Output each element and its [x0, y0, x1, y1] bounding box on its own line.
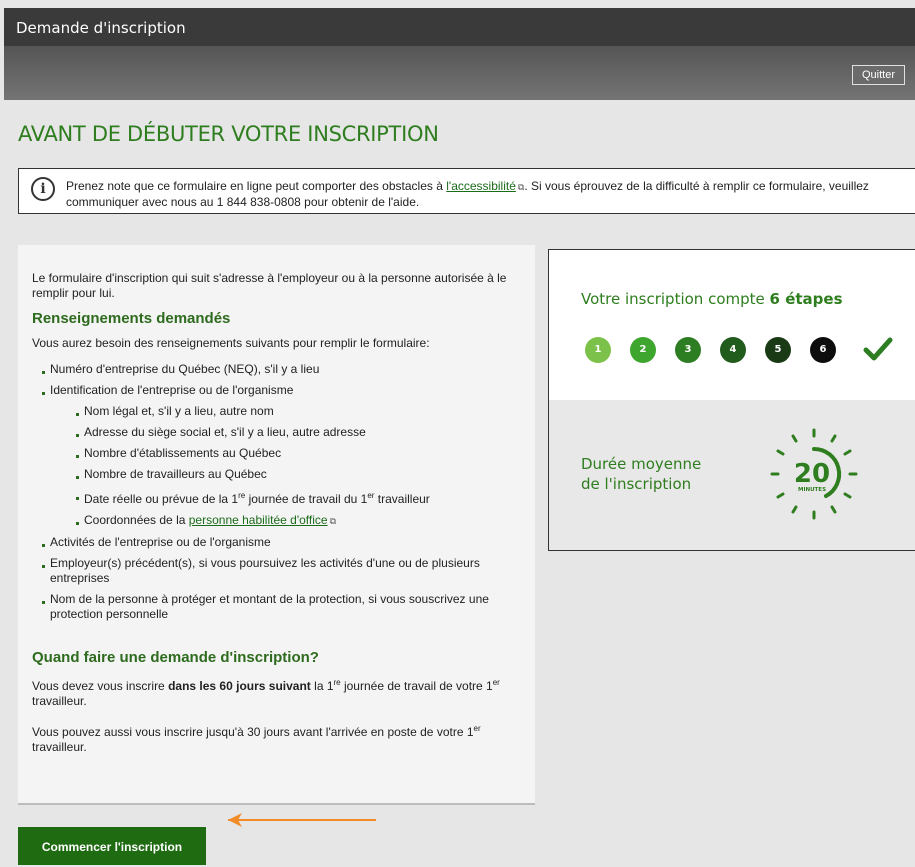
duration-box: Durée moyenne de l'inscription 20 MINUTE…: [549, 400, 915, 550]
page-title: AVANT DE DÉBUTER VOTRE INSCRIPTION: [18, 122, 439, 146]
timer-unit: MINUTES: [798, 487, 826, 493]
list-item: Date réelle ou prévue de la 1re journée …: [66, 488, 523, 507]
step-6: 6: [810, 337, 836, 363]
list-item: Employeur(s) précédent(s), si vous pours…: [32, 556, 523, 586]
when-paragraph-2: Vous pouvez aussi vous inscrire jusqu'à …: [32, 724, 481, 754]
required-info-heading: Renseignements demandés: [32, 310, 231, 327]
required-info-lead: Vous aurez besoin des renseignements sui…: [32, 336, 430, 350]
stopwatch-icon: 20 MINUTES: [770, 428, 858, 520]
steps-box: Votre inscription compte 6 étapes 1 2 3 …: [549, 250, 915, 400]
toolbar: Quitter: [4, 46, 915, 100]
duration-label: Durée moyenne de l'inscription: [581, 455, 702, 493]
required-info-list: Numéro d'entreprise du Québec (NEQ), s'i…: [32, 362, 523, 622]
info-icon: i: [31, 177, 55, 201]
checkmark-icon: [863, 337, 893, 361]
external-link-icon: ⧉: [329, 516, 337, 526]
intro-text: Le formulaire d'inscription qui suit s'a…: [32, 271, 507, 300]
step-3: 3: [675, 337, 701, 363]
arrow-left-icon: [228, 813, 376, 827]
window-title-bar: Demande d'inscription: [4, 8, 915, 46]
list-item: Identification de l'entreprise ou de l'o…: [32, 383, 523, 529]
step-1: 1: [585, 337, 611, 363]
notice-text: Prenez note que ce formulaire en ligne p…: [66, 179, 869, 209]
list-item: Nombre d'établissements au Québec: [66, 446, 523, 461]
list-item: Adresse du siège social et, s'il y a lie…: [66, 425, 523, 440]
summary-panel: Votre inscription compte 6 étapes 1 2 3 …: [548, 249, 915, 551]
step-2: 2: [630, 337, 656, 363]
authorized-person-link[interactable]: personne habilitée d'office: [189, 513, 328, 527]
step-5: 5: [765, 337, 791, 363]
list-item: Nom légal et, s'il y a lieu, autre nom: [66, 404, 523, 419]
info-panel: Le formulaire d'inscription qui suit s'a…: [18, 245, 535, 805]
window-title: Demande d'inscription: [16, 19, 186, 37]
list-item: Nombre de travailleurs au Québec: [66, 467, 523, 482]
quit-button[interactable]: Quitter: [851, 65, 905, 85]
accessibility-link[interactable]: l'accessibilité: [446, 179, 516, 193]
steps-title: Votre inscription compte 6 étapes: [581, 290, 843, 308]
list-item: Numéro d'entreprise du Québec (NEQ), s'i…: [32, 362, 523, 377]
accessibility-notice: i Prenez note que ce formulaire en ligne…: [18, 168, 915, 214]
list-item: Coordonnées de la personne habilitée d'o…: [66, 513, 523, 529]
timer-minutes: 20: [794, 459, 830, 489]
identification-sublist: Nom légal et, s'il y a lieu, autre nom A…: [50, 404, 523, 529]
list-item: Nom de la personne à protéger et montant…: [32, 592, 523, 622]
when-paragraph-1: Vous devez vous inscrire dans les 60 jou…: [32, 678, 500, 708]
when-heading: Quand faire une demande d'inscription?: [32, 649, 319, 666]
start-registration-button[interactable]: Commencer l'inscription: [18, 827, 206, 865]
list-item: Activités de l'entreprise ou de l'organi…: [32, 535, 523, 550]
step-4: 4: [720, 337, 746, 363]
